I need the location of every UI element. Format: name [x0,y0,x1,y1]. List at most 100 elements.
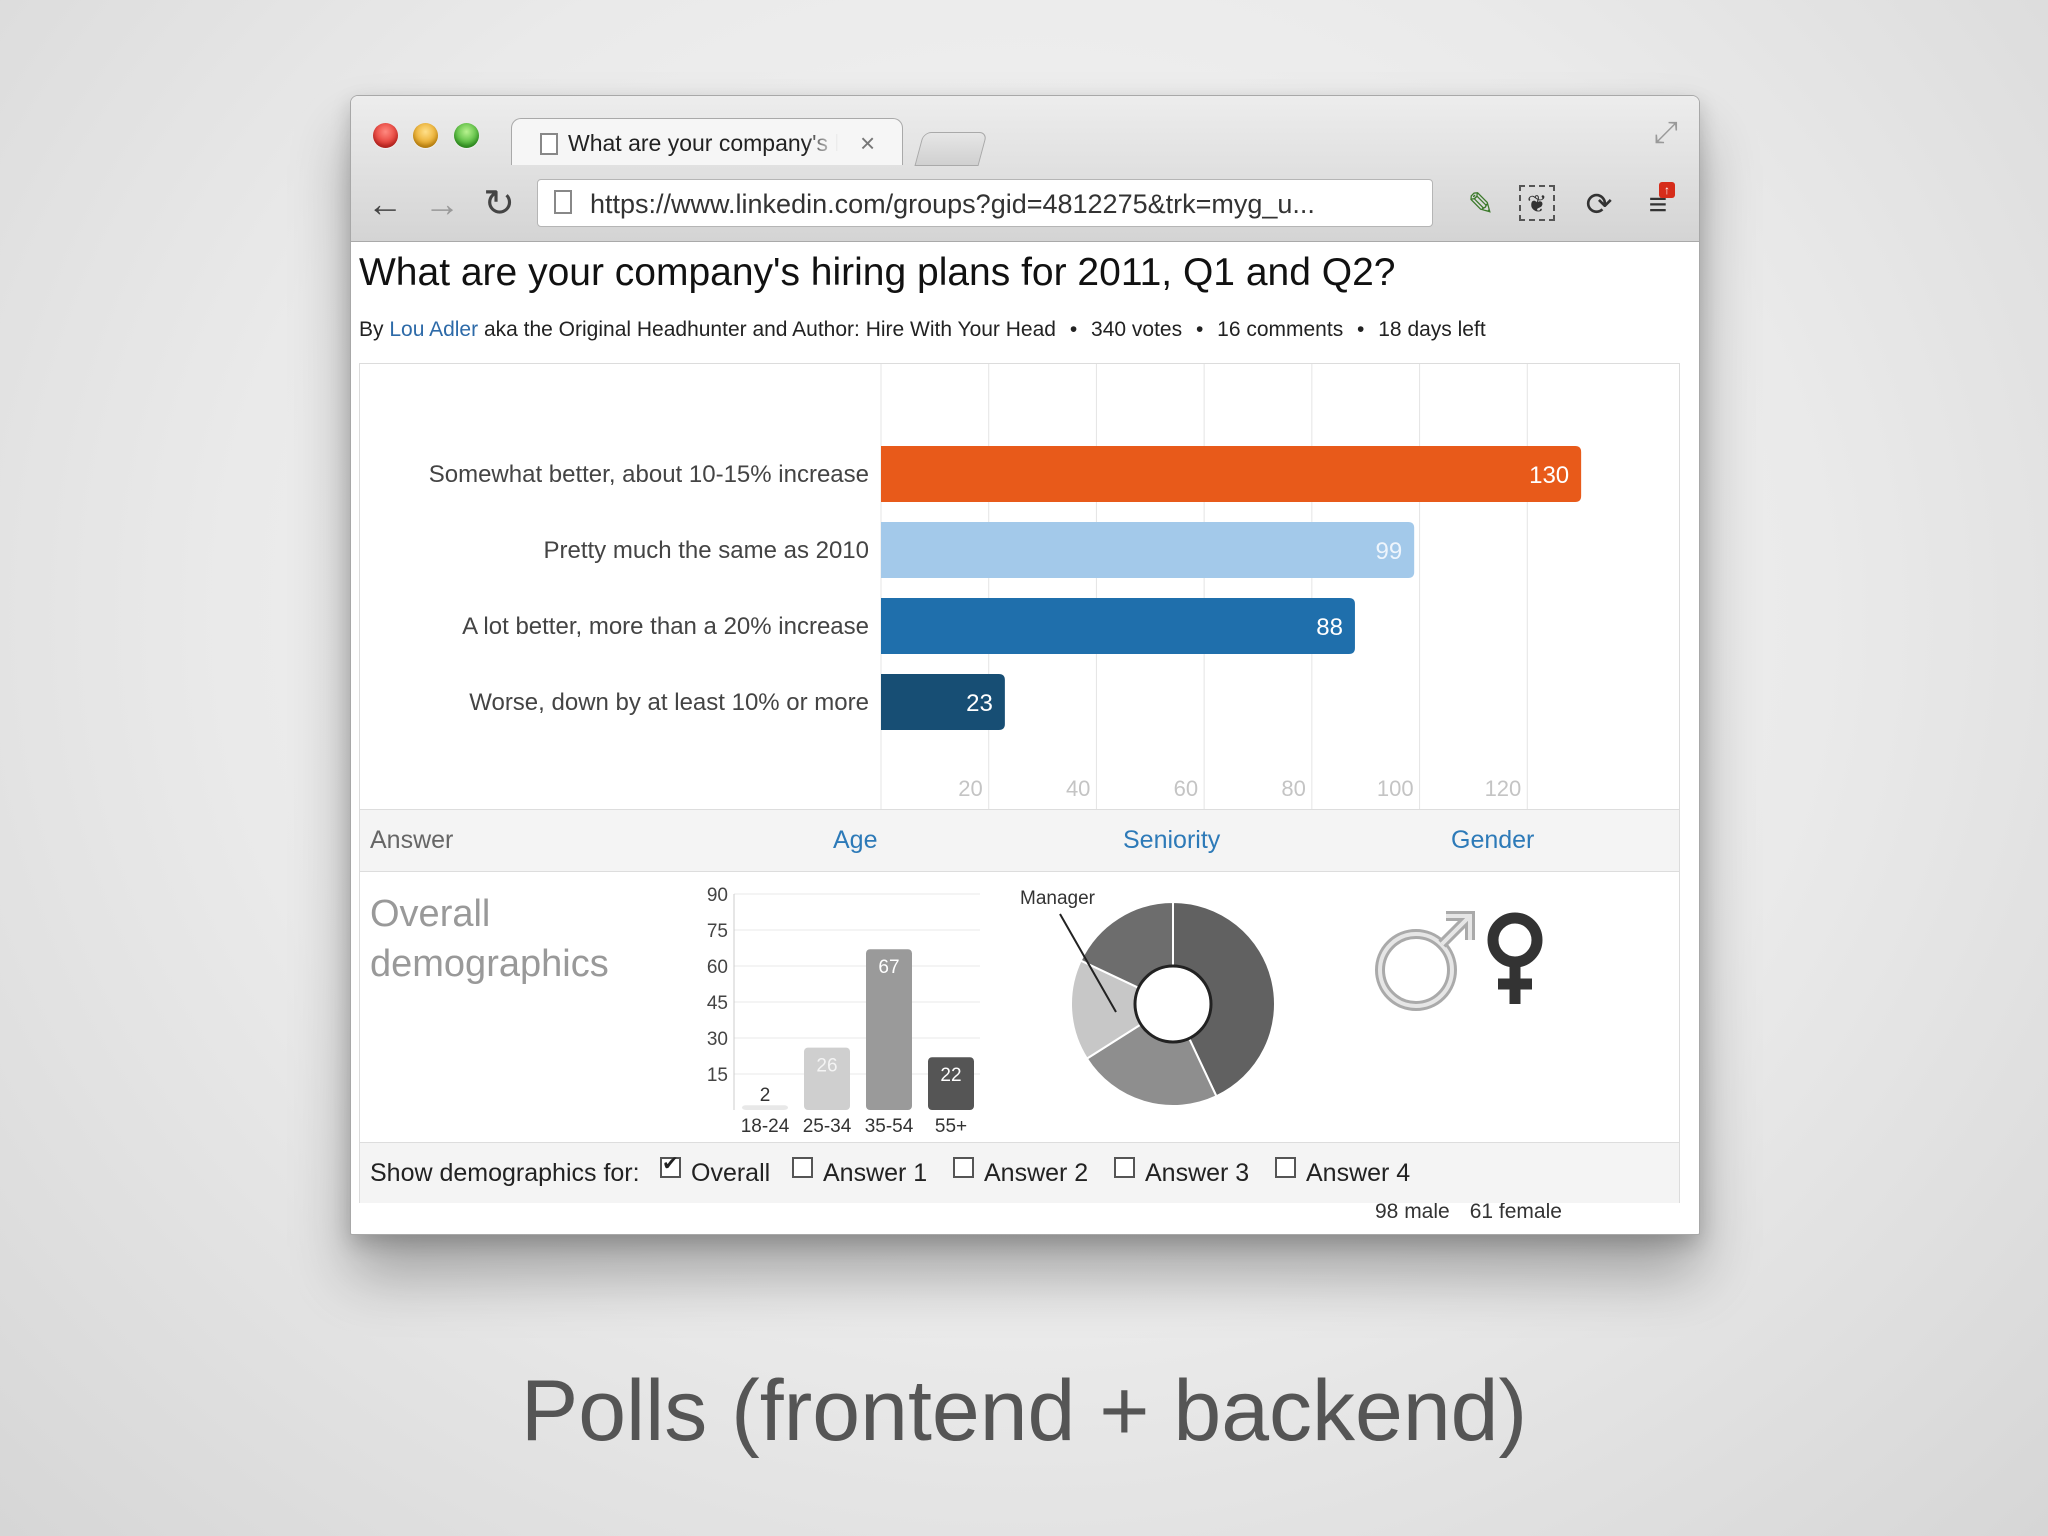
tick-label: 75 [707,921,728,942]
filter-overall-checkbox[interactable]: Overall [660,1151,771,1188]
address-bar[interactable]: https://www.linkedin.com/groups?gid=4812… [537,179,1433,227]
tick-label: 20 [958,776,982,801]
poll-results-panel: 20 40 60 80 100 120 Somewhat better, about 10-… [359,363,1680,1223]
category-label: A lot better, more than a 20% increase [462,613,869,640]
category-label: Somewhat better, about 10-15% increase [429,461,869,488]
tab-gender[interactable]: Gender [1451,826,1534,855]
filter-answer-2-checkbox[interactable]: Answer 2 [953,1157,1088,1188]
bar [881,446,1582,502]
age-category-label: 25-34 [803,1116,852,1136]
checkbox-icon[interactable] [953,1157,974,1178]
age-data-label: 26 [816,1056,837,1077]
male-count: 98 male [1375,1200,1450,1223]
author-link[interactable]: Lou Adler [389,318,478,341]
age-bar-chart: 15 30 45 60 75 90 2 18-24 26 25-34 67 35-54 22 55+ [707,885,980,1136]
fullscreen-icon[interactable]: ⤢ [1649,116,1683,150]
slide-caption: Polls (frontend + backend) [520,1363,1528,1459]
new-tab-button[interactable] [914,132,988,166]
slice-label: Manager [1020,888,1096,909]
filter-answer-3-checkbox[interactable]: Answer 3 [1114,1157,1249,1188]
author-suffix: aka the Original Headhunter and Author: … [483,318,1056,341]
donut-hole [1133,964,1213,1044]
checkbox-checked-icon[interactable] [660,1151,681,1178]
url-text: https://www.linkedin.com/groups?gid=4812… [590,189,1315,219]
data-label: 88 [1316,614,1343,641]
forward-button[interactable]: → [422,184,462,224]
age-category-label: 55+ [935,1116,967,1136]
tick-label: 15 [707,1065,728,1086]
tick-label: 90 [707,885,728,906]
male-icon [1375,911,1475,1011]
tab-age[interactable]: Age [833,826,877,855]
heading-line: Overall [370,893,491,935]
eyedropper-icon[interactable]: ✎ [1461,184,1501,224]
tick-label: 60 [707,957,728,978]
separator-dot: • [1357,318,1365,341]
age-category-label: 35-54 [865,1116,914,1136]
checkbox-icon[interactable] [1275,1157,1296,1178]
vote-count: 340 votes [1091,318,1183,341]
demographics-tabs: Answer Age Seniority Gender [360,809,1679,872]
overall-demographics-heading: Overall demographics [370,889,609,989]
tick-label: 80 [1281,776,1305,801]
checkbox-label: Answer 1 [823,1159,928,1187]
results-bar-chart: 20 40 60 80 100 120 Somewhat better, about 10-… [429,364,1582,809]
bar [881,598,1355,654]
tick-label: 40 [1066,776,1090,801]
tick-label: 60 [1174,776,1198,801]
tab-seniority[interactable]: Seniority [1123,826,1220,855]
age-data-label: 22 [940,1065,961,1086]
filter-answer-4-checkbox[interactable]: Answer 4 [1275,1157,1410,1188]
checkbox-icon[interactable] [792,1157,813,1178]
tick-label: 120 [1485,776,1522,801]
evernote-icon[interactable]: ❦ [1519,185,1555,221]
tick-label: 45 [707,993,728,1014]
back-button[interactable]: ← [365,184,405,224]
tab-answer[interactable]: Answer [370,826,453,855]
age-category-label: 18-24 [741,1116,790,1136]
byline-prefix: By [359,318,384,341]
age-data-label: 2 [760,1085,771,1106]
browser-toolbar: What are your company's hiring plans for… [351,96,1699,242]
days-left: 18 days left [1378,318,1486,341]
checkbox-label: Answer 4 [1306,1159,1411,1187]
seniority-donut-chart: Manager [1020,888,1276,1107]
filter-label: Show demographics for: [370,1159,640,1187]
data-label: 99 [1375,538,1402,565]
tick-label: 100 [1377,776,1414,801]
browser-tab[interactable]: What are your company's hiring plans for… [511,118,903,165]
tick-label: 30 [707,1029,728,1050]
gender-counts: 98 male 61 female [1375,1200,1582,1224]
age-data-label: 67 [878,957,899,978]
maximize-window-button[interactable] [454,123,479,148]
demographics-filter: Show demographics for: Overall Answer 1 … [360,1142,1679,1203]
female-icon [1487,912,1543,1004]
category-label: Pretty much the same as 2010 [544,537,870,564]
category-label: Worse, down by at least 10% or more [469,689,869,716]
page-title: What are your company's hiring plans for… [359,251,1396,294]
female-count: 61 female [1469,1200,1562,1223]
update-badge-icon: ↑ [1659,182,1675,198]
separator-dot: • [1195,318,1204,341]
data-label: 23 [966,690,993,717]
separator-dot: • [1069,318,1078,341]
document-icon [554,190,572,214]
tab-close-icon[interactable]: × [860,128,875,159]
checkbox-label: Overall [691,1159,771,1187]
page-icon [540,133,558,155]
comment-count[interactable]: 16 comments [1217,318,1343,341]
browser-window: What are your company's hiring plans for… [350,95,1700,1235]
reload-button[interactable]: ↻ [479,184,519,224]
tab-title: What are your company's hiring plans for… [568,130,838,156]
filter-answer-1-checkbox[interactable]: Answer 1 [792,1157,927,1188]
byline: By Lou Adler aka the Original Headhunter… [359,318,1486,342]
bar [881,522,1415,578]
checkbox-icon[interactable] [1114,1157,1135,1178]
close-window-button[interactable] [373,123,398,148]
minimize-window-button[interactable] [413,123,438,148]
sync-icon[interactable]: ⟳ [1579,184,1619,224]
checkbox-label: Answer 3 [1145,1159,1250,1187]
data-label: 130 [1529,462,1569,489]
heading-line: demographics [370,943,609,985]
checkbox-label: Answer 2 [984,1159,1089,1187]
